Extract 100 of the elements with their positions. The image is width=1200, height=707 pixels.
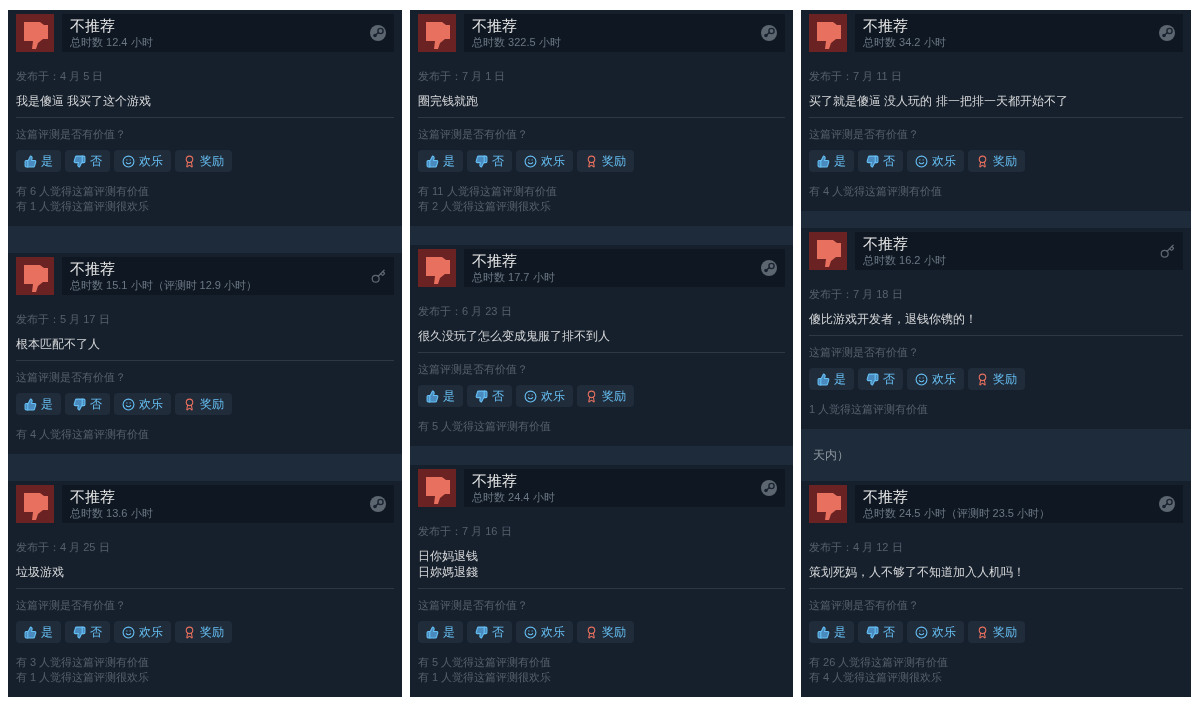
review-verdict: 不推荐 [70,259,116,279]
vote-button[interactable]: 欢乐 [114,393,171,415]
playtime-text: 总时数 13.6 小时 [70,506,154,521]
thumbs-down-icon [866,372,879,386]
thumbs-down-icon [475,625,488,639]
review-text: 策划死妈，人不够了不知道加入人机吗！ [809,563,1026,580]
vote-button[interactable]: 是 [16,393,61,415]
thumbs-up-icon [817,625,830,639]
thumbs-down-icon [475,389,488,403]
review-text: 日你妈退钱 [418,547,479,564]
vote-button[interactable]: 欢乐 [516,621,573,643]
vote-button[interactable]: 奖励 [968,621,1025,643]
award-ribbon-icon [976,154,989,168]
review-text: 日妳媽退錢 [418,563,479,580]
vote-button[interactable]: 奖励 [577,385,634,407]
vote-button[interactable]: 是 [418,385,463,407]
vote-button[interactable]: 奖励 [577,150,634,172]
review-text: 买了就是傻逼 没人玩的 排一把排一天都开始不了 [809,92,1069,109]
vote-button[interactable]: 是 [16,621,61,643]
key-icon [371,268,386,284]
steam-logo-icon [1159,25,1175,41]
thumbs-down-icon [809,485,847,523]
smiley-icon [915,154,928,168]
thumbs-down-icon [16,14,54,52]
playtime-text: 总时数 16.2 小时 [863,253,947,268]
playtime-text: 总时数 322.5 小时 [472,35,562,50]
vote-button[interactable]: 是 [809,621,854,643]
smiley-icon [915,372,928,386]
vote-button[interactable]: 否 [65,150,110,172]
review-text: 根本匹配不了人 [16,335,101,352]
thumbs-up-icon [426,154,439,168]
thumbs-down-icon [73,625,86,639]
vote-button[interactable]: 否 [65,393,110,415]
playtime-text: 总时数 24.4 小时 [472,490,556,505]
award-ribbon-icon [585,625,598,639]
vote-button[interactable]: 奖励 [968,368,1025,390]
review-verdict: 不推荐 [863,234,909,254]
review-verdict: 不推荐 [472,471,518,491]
review-verdict: 不推荐 [70,16,116,36]
steam-logo-icon [761,25,777,41]
vote-button[interactable]: 否 [858,368,903,390]
vote-button[interactable]: 欢乐 [114,621,171,643]
vote-button[interactable]: 欢乐 [516,385,573,407]
review-verdict: 不推荐 [472,16,518,36]
vote-button[interactable]: 是 [418,621,463,643]
smiley-icon [122,397,135,411]
award-ribbon-icon [976,625,989,639]
partial-text: 天内） [812,447,850,464]
vote-button[interactable]: 否 [858,621,903,643]
vote-button[interactable]: 奖励 [577,621,634,643]
award-ribbon-icon [585,154,598,168]
thumbs-down-icon [418,14,456,52]
vote-button[interactable]: 否 [467,150,512,172]
thumbs-down-icon [418,249,456,287]
thumbs-up-icon [24,397,37,411]
vote-button[interactable]: 欢乐 [907,368,964,390]
smiley-icon [122,625,135,639]
playtime-text: 总时数 34.2 小时 [863,35,947,50]
steam-logo-icon [761,480,777,496]
vote-button[interactable]: 欢乐 [907,621,964,643]
playtime-text: 总时数 17.7 小时 [472,270,556,285]
vote-button[interactable]: 欢乐 [516,150,573,172]
vote-button[interactable]: 奖励 [175,621,232,643]
vote-button[interactable]: 欢乐 [907,150,964,172]
playtime-text: 总时数 24.5 小时（评测时 23.5 小时） [863,506,1052,521]
award-ribbon-icon [183,625,196,639]
review-text: 很久没玩了怎么变成鬼服了排不到人 [418,327,611,344]
review-verdict: 不推荐 [70,487,116,507]
vote-button[interactable]: 否 [858,150,903,172]
thumbs-down-icon [866,154,879,168]
thumbs-down-icon [866,625,879,639]
thumbs-up-icon [817,372,830,386]
thumbs-down-icon [809,232,847,270]
vote-button[interactable]: 奖励 [175,393,232,415]
award-ribbon-icon [976,372,989,386]
review-verdict: 不推荐 [863,487,909,507]
review-text: 傻比游戏开发者，退钱你镌的！ [809,310,978,327]
steam-logo-icon [370,25,386,41]
thumbs-up-icon [817,154,830,168]
thumbs-up-icon [426,625,439,639]
review-text: 圈完钱就跑 [418,92,479,109]
vote-button[interactable]: 欢乐 [114,150,171,172]
vote-button[interactable]: 奖励 [175,150,232,172]
vote-button[interactable]: 奖励 [968,150,1025,172]
thumbs-up-icon [24,625,37,639]
award-ribbon-icon [183,154,196,168]
review-verdict: 不推荐 [863,16,909,36]
thumbs-up-icon [426,389,439,403]
smiley-icon [915,625,928,639]
steam-logo-icon [761,260,777,276]
vote-button[interactable]: 是 [809,368,854,390]
vote-button[interactable]: 否 [65,621,110,643]
vote-button[interactable]: 是 [418,150,463,172]
steam-logo-icon [1159,496,1175,512]
vote-button[interactable]: 否 [467,621,512,643]
vote-button[interactable]: 是 [16,150,61,172]
thumbs-up-icon [24,154,37,168]
thumbs-down-icon [16,485,54,523]
vote-button[interactable]: 是 [809,150,854,172]
vote-button[interactable]: 否 [467,385,512,407]
